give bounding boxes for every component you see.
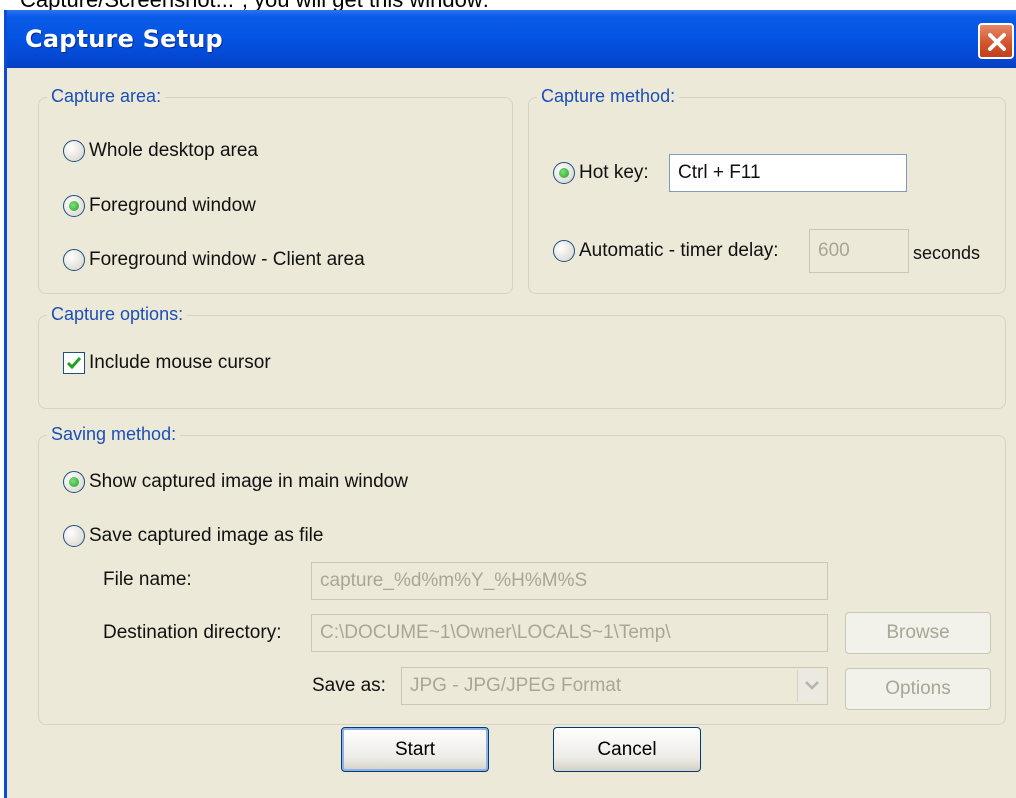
file-name-label: File name: (103, 569, 192, 590)
capture-method-group: Capture method: Hot key: Ctrl + F11 Auto… (528, 84, 1006, 294)
destination-directory-label: Destination directory: (103, 622, 282, 643)
include-cursor-checkbox[interactable]: Include mouse cursor (63, 349, 271, 377)
hotkey-input[interactable]: Ctrl + F11 (669, 154, 907, 192)
radio-label: Save captured image as file (89, 525, 324, 546)
radio-show-in-main-window[interactable]: Show captured image in main window (63, 468, 408, 496)
radio-automatic-timer[interactable]: Automatic - timer delay: (553, 237, 779, 265)
radio-foreground-client-area[interactable]: Foreground window - Client area (63, 246, 365, 274)
radio-button-selected[interactable] (63, 471, 85, 493)
window-title: Capture Setup (25, 25, 223, 53)
chevron-down-icon (805, 681, 819, 690)
browse-button[interactable]: Browse (845, 612, 991, 654)
auto-timer-label: Automatic - timer delay: (579, 240, 779, 261)
radio-save-as-file[interactable]: Save captured image as file (63, 522, 323, 550)
capture-method-legend: Capture method: (537, 84, 680, 108)
close-button[interactable] (978, 23, 1014, 59)
seconds-label: seconds (913, 243, 981, 263)
capture-area-legend: Capture area: (47, 84, 166, 108)
radio-button[interactable] (63, 249, 85, 271)
radio-button[interactable] (553, 240, 575, 262)
radio-whole-desktop[interactable]: Whole desktop area (63, 137, 258, 165)
radio-hotkey[interactable]: Hot key: (553, 159, 649, 187)
radio-label: Whole desktop area (89, 140, 258, 161)
radio-button[interactable] (63, 140, 85, 162)
saving-method-legend: Saving method: (47, 422, 181, 446)
checkmark-icon (66, 357, 82, 370)
checkbox[interactable] (63, 352, 85, 374)
radio-button[interactable] (63, 525, 85, 547)
saving-method-group: Saving method: Show captured image in ma… (38, 422, 1006, 725)
save-as-value: JPG - JPG/JPEG Format (410, 675, 622, 696)
destination-directory-input[interactable]: C:\DOCUME~1\Owner\LOCALS~1\Temp\ (311, 614, 828, 652)
radio-label: Show captured image in main window (89, 471, 408, 492)
title-bar[interactable]: Capture Setup (7, 10, 1016, 68)
cancel-button[interactable]: Cancel (553, 727, 701, 772)
dropdown-arrow[interactable] (797, 670, 825, 702)
capture-setup-dialog: Capture Setup Capture area: Whole deskto… (4, 10, 1016, 798)
capture-options-legend: Capture options: (47, 302, 188, 326)
save-as-label: Save as: (312, 675, 386, 696)
radio-foreground-window[interactable]: Foreground window (63, 192, 256, 220)
radio-button-selected[interactable] (553, 162, 575, 184)
close-icon (988, 33, 1006, 51)
timer-delay-input[interactable]: 600 (809, 229, 909, 273)
radio-label: Foreground window (89, 195, 256, 216)
radio-button-selected[interactable] (63, 195, 85, 217)
save-as-select[interactable]: JPG - JPG/JPEG Format (401, 667, 828, 705)
file-name-input[interactable]: capture_%d%m%Y_%H%M%S (311, 562, 828, 600)
checkbox-label: Include mouse cursor (89, 352, 271, 373)
capture-area-group: Capture area: Whole desktop area Foregro… (38, 84, 513, 294)
capture-options-group: Capture options: Include mouse cursor (38, 302, 1006, 409)
radio-label: Foreground window - Client area (89, 249, 365, 270)
hotkey-label: Hot key: (579, 162, 649, 183)
start-button[interactable]: Start (341, 727, 489, 772)
options-button[interactable]: Options (845, 668, 991, 710)
